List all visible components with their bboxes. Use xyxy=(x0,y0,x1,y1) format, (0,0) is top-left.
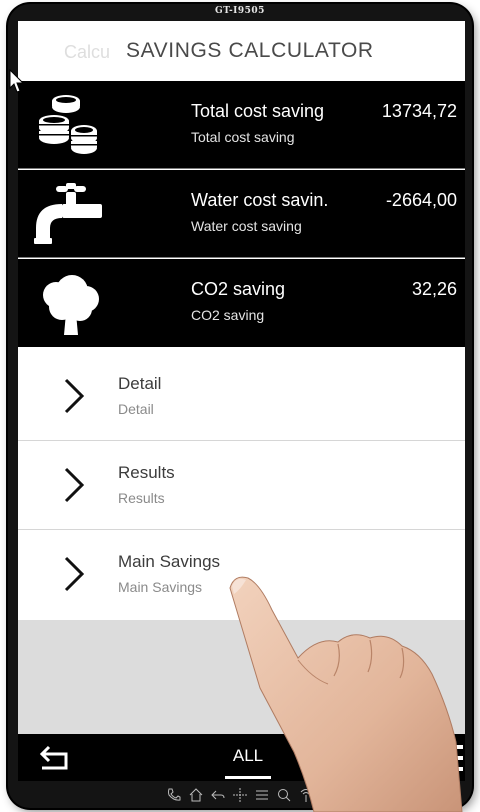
list-icon[interactable] xyxy=(254,787,270,803)
tab-all-label: ALL xyxy=(232,746,264,765)
mouse-cursor-icon xyxy=(9,69,25,93)
saving-subtitle: Total cost saving xyxy=(191,129,295,145)
saving-title: CO2 saving xyxy=(191,279,286,299)
device-frame: GT-I9505 Calcu SAVINGS CALCULATOR Total … xyxy=(8,4,472,808)
move-icon[interactable] xyxy=(232,787,248,803)
page-title: SAVINGS CALCULATOR xyxy=(126,39,374,62)
coins-icon xyxy=(39,95,97,154)
chevron-right-icon xyxy=(64,556,85,592)
menu-item-title: Detail xyxy=(118,374,162,393)
menu-item-results[interactable]: Results Results xyxy=(18,441,465,530)
co2-saving-row[interactable]: CO2 saving 32,26 CO2 saving xyxy=(18,259,465,347)
row-divider xyxy=(18,168,465,169)
device-model-label: GT-I9505 xyxy=(215,6,265,16)
tab-all[interactable]: ALL xyxy=(218,734,278,781)
saving-value: 13734,72 xyxy=(381,101,457,121)
water-tap-icon xyxy=(34,183,102,244)
row-divider xyxy=(18,257,465,258)
menu-item-subtitle: Detail xyxy=(118,401,154,417)
app-header: Calcu SAVINGS CALCULATOR xyxy=(18,21,465,81)
back-icon[interactable] xyxy=(210,787,226,803)
saving-title: Water cost savin. xyxy=(191,190,329,210)
water-cost-saving-row[interactable]: Water cost savin. -2664,00 Water cost sa… xyxy=(18,170,465,258)
search-icon[interactable] xyxy=(276,787,292,803)
phone-icon[interactable] xyxy=(166,787,182,803)
back-arrow-icon[interactable] xyxy=(36,742,76,774)
menu-item-main-savings[interactable]: Main Savings Main Savings xyxy=(18,530,465,619)
saving-value: -2664,00 xyxy=(385,190,457,210)
menu-item-title: Results xyxy=(118,463,175,482)
chevron-right-icon xyxy=(64,378,85,414)
saving-subtitle: CO2 saving xyxy=(191,307,265,323)
total-cost-saving-row[interactable]: Total cost saving 13734,72 Total cost sa… xyxy=(18,81,465,169)
tab-active-indicator xyxy=(225,776,271,779)
menu-item-subtitle: Results xyxy=(118,490,165,506)
menu-item-subtitle: Main Savings xyxy=(118,579,203,595)
saving-subtitle: Water cost saving xyxy=(191,218,302,234)
chevron-right-icon xyxy=(64,467,85,503)
hamburger-menu-icon[interactable] xyxy=(411,742,465,774)
touch-icon[interactable] xyxy=(298,787,314,803)
home-icon[interactable] xyxy=(188,787,204,803)
app-screen: Calcu SAVINGS CALCULATOR Total cost savi… xyxy=(18,21,465,781)
bottom-nav-bar: ALL xyxy=(18,734,465,781)
header-ghost-text: Calcu xyxy=(64,42,111,62)
tree-icon xyxy=(43,275,99,335)
saving-value: 32,26 xyxy=(411,279,457,299)
empty-content-area xyxy=(18,620,465,734)
saving-title: Total cost saving xyxy=(191,101,325,121)
softkey-strip xyxy=(8,785,472,805)
menu-item-title: Main Savings xyxy=(118,552,221,571)
menu-item-detail[interactable]: Detail Detail xyxy=(18,352,465,441)
